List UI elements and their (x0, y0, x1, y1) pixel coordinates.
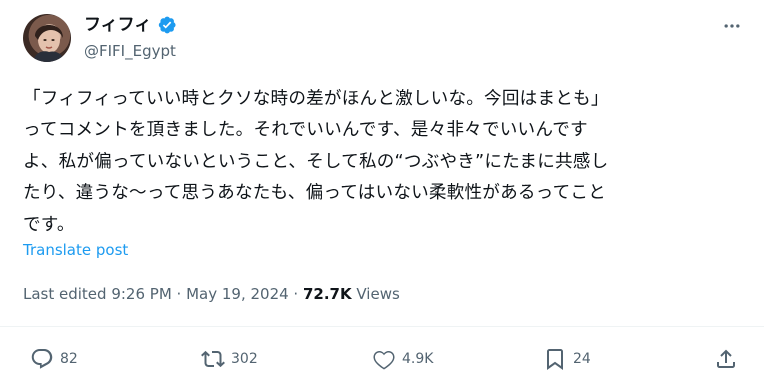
repost-button[interactable]: 302 (201, 345, 258, 373)
reply-button[interactable]: 82 (30, 345, 78, 373)
author-handle[interactable]: @FIFI_Egypt (84, 41, 176, 61)
repost-count: 302 (231, 351, 258, 367)
verified-badge-icon (157, 15, 177, 35)
views-count: 72.7K (302, 285, 352, 303)
divider (0, 326, 764, 327)
tweet-text: 「フィフィっていい時とクソな時の差がほんと激しいな。今回はまとも」 ってコメント… (23, 89, 609, 235)
bookmark-count: 24 (573, 351, 591, 367)
more-icon (724, 24, 740, 28)
share-button[interactable] (714, 345, 738, 373)
edited-timestamp[interactable]: Last edited 9:26 PM · May 19, 2024 · (23, 285, 303, 303)
heart-icon (373, 350, 395, 370)
like-button[interactable]: 4.9K (372, 345, 433, 373)
repost-icon (201, 350, 225, 368)
tweet-meta: Last edited 9:26 PM · May 19, 2024 · 72.… (23, 284, 400, 304)
reply-icon (31, 349, 53, 369)
translate-post-link[interactable]: Translate post (23, 240, 128, 260)
profile-photo-icon (33, 25, 65, 62)
author-name-row[interactable]: フィフィ (84, 15, 177, 35)
bookmark-button[interactable]: 24 (543, 345, 591, 373)
like-count: 4.9K (402, 351, 434, 367)
bookmark-icon (547, 349, 563, 370)
reply-count: 82 (60, 351, 78, 367)
share-icon (717, 349, 735, 368)
author-name[interactable]: フィフィ (84, 15, 151, 35)
views-label: Views (351, 285, 400, 303)
action-bar: 82 302 4.9K 24 (23, 345, 743, 373)
more-options-button[interactable] (720, 14, 744, 38)
avatar[interactable] (23, 14, 71, 62)
